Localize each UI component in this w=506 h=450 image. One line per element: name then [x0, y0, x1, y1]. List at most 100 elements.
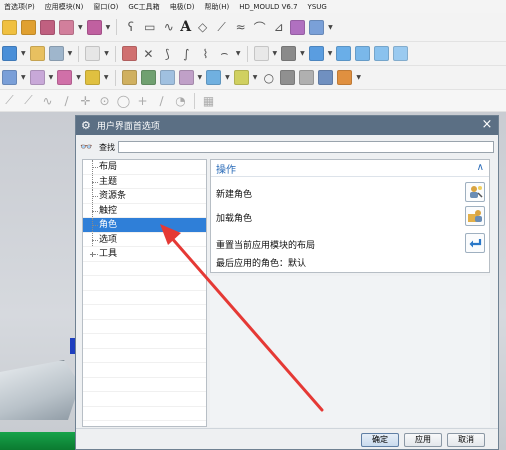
operations-header[interactable]: 操作 ∧	[211, 160, 489, 177]
menu-ysug[interactable]: YSUG	[308, 3, 327, 11]
dropdown-arrow-icon[interactable]: ▼	[76, 74, 81, 81]
arc-line-icon[interactable]: ⟋	[21, 93, 36, 108]
dropdown-arrow-icon[interactable]: ▼	[106, 24, 111, 31]
extrude-icon[interactable]	[48, 46, 64, 61]
search-input[interactable]	[118, 141, 494, 153]
project-icon[interactable]	[290, 19, 306, 35]
point-icon[interactable]: ∕	[59, 94, 74, 108]
cube-view-3-icon[interactable]	[374, 46, 390, 61]
cube-view-icon[interactable]	[336, 46, 352, 61]
join-curve-icon[interactable]: ⌇	[198, 47, 213, 61]
tree-item-layout[interactable]: 布局	[83, 160, 206, 175]
dropdown-arrow-icon[interactable]: ▼	[21, 74, 26, 81]
block-icon[interactable]	[2, 46, 17, 61]
dropdown-arrow-icon[interactable]: ▼	[68, 50, 73, 57]
snap-icon[interactable]	[253, 46, 269, 61]
color-icon[interactable]	[84, 70, 100, 85]
dropdown-arrow-icon[interactable]: ▼	[104, 50, 109, 57]
text-tool-icon[interactable]: A	[180, 19, 191, 35]
shaded-cube-icon[interactable]	[308, 46, 324, 61]
menu-application[interactable]: 应用模块(N)	[45, 2, 84, 12]
convert-icon[interactable]	[309, 19, 325, 35]
grid-icon[interactable]	[29, 70, 45, 85]
check-icon[interactable]	[159, 70, 175, 85]
apply-button[interactable]: 应用	[404, 433, 442, 447]
arc-icon[interactable]: ⊙	[97, 94, 112, 108]
dropdown-arrow-icon[interactable]: ▼	[225, 74, 230, 81]
helix-icon[interactable]: ⌢	[217, 46, 232, 61]
dropdown-arrow-icon[interactable]: ▼	[273, 50, 278, 57]
rectangle-icon[interactable]: ▭	[142, 20, 157, 34]
dropdown-arrow-icon[interactable]: ▼	[198, 74, 203, 81]
render-icon[interactable]	[281, 46, 297, 61]
film-icon[interactable]	[280, 70, 296, 85]
menu-preferences[interactable]: 首选项(P)	[4, 2, 35, 12]
dialog-titlebar[interactable]: ⚙ 用户界面首选项	[76, 116, 498, 135]
collapse-chevron-icon[interactable]: ∧	[477, 162, 484, 173]
measure-icon[interactable]	[121, 70, 137, 85]
slash-icon[interactable]: ∕	[154, 94, 169, 108]
edit-object-icon[interactable]	[2, 70, 17, 85]
split-curve-icon[interactable]: ⟆	[160, 47, 175, 61]
ok-button[interactable]: 确定	[361, 433, 399, 447]
mold-wizard-icon[interactable]	[86, 19, 102, 35]
move-object-icon[interactable]	[233, 70, 249, 85]
curve-icon[interactable]: ʕ	[123, 20, 138, 34]
cancel-button[interactable]: 取消	[447, 433, 485, 447]
tree-item-tools[interactable]: + 工具	[83, 247, 206, 262]
dropdown-arrow-icon[interactable]: ▼	[328, 24, 333, 31]
section-icon[interactable]	[178, 70, 194, 85]
offset-icon[interactable]: ≈	[233, 20, 248, 34]
line-icon[interactable]: ⟋	[2, 93, 17, 108]
diamond-tool-icon[interactable]	[337, 70, 353, 85]
datum-icon[interactable]	[85, 46, 101, 61]
dropdown-arrow-icon[interactable]: ▼	[236, 50, 241, 57]
menu-electrode[interactable]: 电极(D)	[170, 2, 195, 12]
circle-icon[interactable]: ○	[261, 71, 276, 85]
spline-icon[interactable]: ∿	[161, 20, 176, 34]
point-set-icon[interactable]: ✛	[78, 94, 93, 108]
close-button[interactable]: ×	[480, 118, 494, 132]
cube-view-2-icon[interactable]	[355, 46, 371, 61]
dropdown-arrow-icon[interactable]: ▼	[300, 50, 305, 57]
dropdown-arrow-icon[interactable]: ▼	[78, 24, 83, 31]
new-part-icon[interactable]	[2, 19, 17, 35]
intersect-curve-icon[interactable]: ✕	[141, 47, 156, 61]
menu-help[interactable]: 帮助(H)	[205, 2, 230, 12]
menu-gc-toolbox[interactable]: GC工具箱	[128, 2, 159, 12]
disk-icon[interactable]	[318, 70, 334, 85]
cube-view-4-icon[interactable]	[393, 46, 409, 61]
tree-item-resource-bar[interactable]: 资源条	[83, 189, 206, 204]
analysis-icon[interactable]	[140, 70, 156, 85]
table-grid-icon[interactable]: ▦	[201, 94, 216, 108]
open-part-icon[interactable]	[21, 19, 36, 35]
sketch-icon[interactable]	[29, 46, 45, 61]
trim-icon[interactable]: ⟋	[214, 20, 229, 35]
curve-from-body-icon[interactable]	[121, 46, 137, 61]
dropdown-arrow-icon[interactable]: ▼	[21, 50, 26, 57]
menu-hd-mould[interactable]: HD_MOULD V6.7	[239, 3, 297, 11]
polygon-icon[interactable]: ◔	[173, 94, 188, 108]
menu-window[interactable]: 窗口(O)	[93, 2, 118, 12]
dropdown-arrow-icon[interactable]: ▼	[356, 74, 361, 81]
circle-center-icon[interactable]: ◯	[116, 94, 131, 108]
assembly-icon[interactable]	[59, 19, 74, 35]
tree-item-touch[interactable]: 触控	[83, 203, 206, 218]
fillet-icon[interactable]: ⌒	[252, 19, 267, 36]
tree-item-options[interactable]: 选项	[83, 232, 206, 247]
dropdown-arrow-icon[interactable]: ▼	[253, 74, 258, 81]
save-part-icon[interactable]	[40, 19, 55, 35]
reset-layout-button[interactable]	[465, 233, 485, 253]
shape-icon[interactable]: ◇	[195, 20, 210, 34]
wcs-icon[interactable]	[206, 70, 222, 85]
dropdown-arrow-icon[interactable]: ▼	[49, 74, 54, 81]
extend-icon[interactable]: ⊿	[271, 20, 286, 34]
tree-item-theme[interactable]: 主题	[83, 174, 206, 189]
dropdown-arrow-icon[interactable]: ▼	[104, 74, 109, 81]
layer-icon[interactable]	[57, 70, 73, 85]
dropdown-arrow-icon[interactable]: ▼	[328, 50, 333, 57]
load-role-button[interactable]	[465, 206, 485, 226]
tree-item-roles[interactable]: 角色	[83, 218, 206, 233]
camera-icon[interactable]	[299, 70, 315, 85]
bridge-curve-icon[interactable]: ∫	[179, 47, 194, 61]
